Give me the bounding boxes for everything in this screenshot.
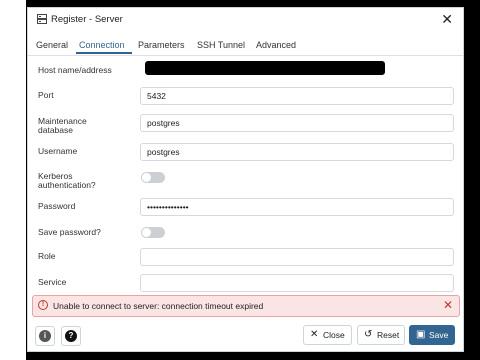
active-tab-indicator bbox=[76, 52, 132, 54]
tab-connection[interactable]: Connection bbox=[79, 40, 125, 50]
role-label: Role bbox=[38, 251, 56, 261]
reset-icon: ↺ bbox=[364, 329, 373, 340]
password-label: Password bbox=[38, 201, 76, 211]
register-server-dialog: Register - Server ✕ General Connection P… bbox=[27, 7, 464, 352]
username-label: Username bbox=[38, 146, 78, 156]
role-input[interactable] bbox=[140, 248, 454, 266]
dialog-title: Register - Server bbox=[51, 14, 123, 25]
dialog-close-icon[interactable]: ✕ bbox=[441, 11, 453, 28]
error-alert: ! Unable to connect to server: connectio… bbox=[32, 295, 460, 317]
close-button-label: Close bbox=[323, 330, 345, 340]
host-input[interactable] bbox=[145, 61, 385, 75]
close-button[interactable]: ✕ Close bbox=[303, 325, 352, 345]
dialog-titlebar: Register - Server ✕ bbox=[28, 8, 463, 32]
help-button[interactable]: ? bbox=[61, 326, 81, 346]
save-password-toggle[interactable] bbox=[141, 227, 165, 238]
service-label: Service bbox=[38, 277, 67, 287]
toggle-knob bbox=[142, 173, 151, 182]
tab-bar: General Connection Parameters SSH Tunnel… bbox=[28, 32, 463, 56]
dialog-footer: i ? ✕ Close ↺ Reset ▣ Save bbox=[28, 321, 463, 353]
save-button[interactable]: ▣ Save bbox=[409, 325, 455, 345]
error-message: Unable to connect to server: connection … bbox=[53, 301, 264, 311]
background-page bbox=[0, 0, 26, 360]
save-password-label: Save password? bbox=[38, 227, 101, 237]
reset-button[interactable]: ↺ Reset bbox=[357, 325, 405, 345]
port-label: Port bbox=[38, 90, 54, 100]
info-icon: i bbox=[39, 330, 51, 342]
error-close-icon[interactable]: ✕ bbox=[443, 298, 453, 312]
save-icon: ▣ bbox=[416, 329, 426, 340]
kerberos-toggle[interactable] bbox=[141, 172, 165, 183]
help-icon: ? bbox=[65, 330, 77, 342]
maintenance-db-input[interactable]: postgres bbox=[140, 114, 454, 132]
save-button-label: Save bbox=[429, 330, 449, 340]
info-button[interactable]: i bbox=[35, 326, 55, 346]
tab-ssh-tunnel[interactable]: SSH Tunnel bbox=[197, 40, 245, 50]
server-icon bbox=[37, 14, 47, 24]
tab-parameters[interactable]: Parameters bbox=[138, 40, 185, 50]
toggle-knob bbox=[142, 228, 151, 237]
error-icon: ! bbox=[38, 300, 48, 310]
connection-form: Host name/address Port 5432 Maintenance … bbox=[28, 55, 463, 295]
password-input[interactable]: •••••••••••••• bbox=[140, 198, 454, 216]
reset-button-label: Reset bbox=[377, 330, 400, 340]
kerberos-label-line2: authentication? bbox=[38, 180, 96, 190]
tab-general[interactable]: General bbox=[36, 40, 68, 50]
username-input[interactable]: postgres bbox=[140, 143, 454, 161]
close-icon: ✕ bbox=[310, 329, 319, 340]
service-input[interactable] bbox=[140, 274, 454, 292]
host-label: Host name/address bbox=[38, 65, 112, 75]
maintenance-db-label-line2: database bbox=[38, 125, 73, 135]
tab-advanced[interactable]: Advanced bbox=[256, 40, 296, 50]
port-input[interactable]: 5432 bbox=[140, 87, 454, 105]
